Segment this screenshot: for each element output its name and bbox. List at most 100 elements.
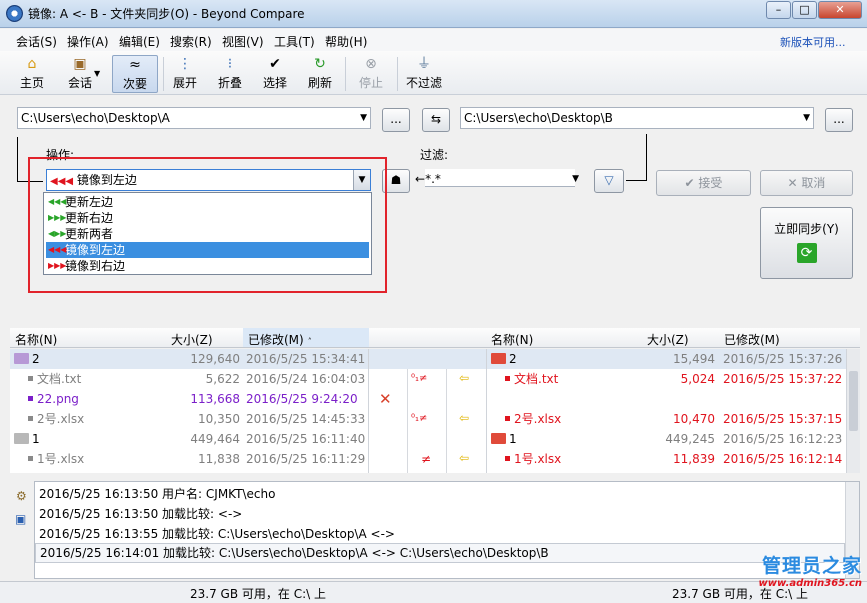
toolbar: ⌂ 主页 ▣ 会话 ▼ ≈ 次要 ⋮ 展开 ⁝ 折叠 ✔ 选择 ↻ 刷新 ⊗ 停…	[0, 51, 867, 95]
checkmark-icon: ✔	[684, 176, 699, 190]
swap-sides-button[interactable]: ⇆	[422, 108, 450, 132]
file-date: 2016/5/24 16:04:03	[246, 372, 366, 386]
cancel-button[interactable]: ✕ 取消	[760, 170, 853, 196]
file-date: 2016/5/25 16:11:29	[246, 452, 366, 466]
file-name: 1	[32, 432, 40, 446]
next-button[interactable]: ≈ 次要	[112, 55, 158, 93]
select-label: 选择	[262, 76, 287, 90]
person-icon: ☗	[390, 173, 402, 187]
right-size-column[interactable]: 大小(Z)	[647, 331, 689, 348]
right-pane-header: 名称(N) 大小(Z) 已修改(M)	[486, 328, 860, 348]
approx-icon: ≈	[129, 57, 141, 73]
table-row[interactable]	[487, 389, 846, 409]
connector-line	[626, 180, 647, 181]
close-button[interactable]: ✕	[818, 1, 862, 19]
refresh-icon: ↻	[314, 56, 326, 72]
connector-line	[17, 137, 18, 181]
expand-button[interactable]: ⋮ 展开	[169, 55, 201, 93]
table-row[interactable]: 2 129,640 2016/5/25 15:34:41	[10, 349, 368, 369]
menu-view[interactable]: 视图(V)	[222, 33, 264, 50]
accept-label: 接受	[698, 176, 723, 190]
file-name: 1号.xlsx	[514, 452, 562, 466]
collapse-button[interactable]: ⁝ 折叠	[214, 55, 246, 93]
left-path-combo[interactable]: C:\Users\echo\Desktop\A ▼	[17, 107, 371, 129]
save-icon[interactable]: ▣	[15, 512, 26, 526]
left-name-column[interactable]: 名称(N)	[15, 331, 57, 348]
arrow-left-icon[interactable]: ⇦	[459, 411, 469, 425]
left-browse-button[interactable]: ...	[382, 108, 410, 132]
table-row[interactable]: 1号.xlsx 11,838 2016/5/25 16:11:29	[10, 449, 368, 469]
new-version-link[interactable]: 新版本可用...	[780, 34, 846, 50]
table-row[interactable]: 22.png 113,668 2016/5/25 9:24:20	[10, 389, 368, 409]
table-row[interactable]: 1 449,245 2016/5/25 16:12:23	[487, 429, 846, 449]
stop-button[interactable]: ⊗ 停止	[355, 55, 387, 93]
menu-action[interactable]: 操作(A)	[67, 33, 109, 50]
chevron-down-icon: ▼	[572, 174, 579, 184]
collapse-label: 折叠	[217, 76, 242, 90]
home-button[interactable]: ⌂ 主页	[14, 55, 50, 93]
select-button[interactable]: ✔ 选择	[259, 55, 291, 93]
right-browse-button[interactable]: ...	[825, 108, 853, 132]
chevron-down-icon[interactable]: ▼	[94, 69, 100, 78]
left-file-pane: 2 129,640 2016/5/25 15:34:41 文档.txt 5,62…	[10, 349, 369, 473]
left-size-column[interactable]: 大小(Z)	[171, 331, 213, 348]
file-date: 2016/5/25 15:34:41	[246, 352, 366, 366]
table-row[interactable]: 1 449,464 2016/5/25 16:11:40	[10, 429, 368, 449]
table-row[interactable]: 2号.xlsx 10,350 2016/5/25 14:45:33	[10, 409, 368, 429]
right-path-value: C:\Users\echo\Desktop\B	[464, 111, 613, 125]
table-row[interactable]: 1号.xlsx 11,839 2016/5/25 16:12:14	[487, 449, 846, 469]
arrow-left-icon[interactable]: ⇦	[459, 451, 469, 465]
menu-session[interactable]: 会话(S)	[16, 33, 57, 50]
stop-icon: ⊗	[365, 56, 377, 72]
sync-now-button[interactable]: 立即同步(Y) ⟳	[760, 207, 853, 279]
watermark-title: 管理员之家	[761, 555, 862, 577]
toolbar-separator	[397, 57, 398, 91]
right-modified-column[interactable]: 已修改(M)	[724, 331, 780, 348]
file-name: 2号.xlsx	[514, 412, 562, 426]
menu-search[interactable]: 搜索(R)	[170, 33, 212, 50]
right-name-column[interactable]: 名称(N)	[491, 331, 533, 348]
file-icon	[28, 416, 33, 421]
right-path-combo[interactable]: C:\Users\echo\Desktop\B ▼	[460, 107, 814, 129]
filter-button[interactable]: ▽	[594, 169, 624, 193]
accept-button[interactable]: ✔ 接受	[656, 170, 751, 196]
menu-help[interactable]: 帮助(H)	[325, 33, 367, 50]
filter-combo[interactable]: ←*.* ▼	[412, 169, 582, 191]
table-row[interactable]: 2 15,494 2016/5/25 15:37:26	[487, 349, 846, 369]
file-name: 2号.xlsx	[37, 412, 85, 426]
table-row[interactable]: 文档.txt 5,024 2016/5/25 15:37:22	[487, 369, 846, 389]
table-row[interactable]: 文档.txt 5,622 2016/5/24 16:04:03	[10, 369, 368, 389]
session-button[interactable]: ▣ 会话 ▼	[56, 55, 104, 93]
nofilter-label: 不过滤	[405, 76, 442, 90]
app-logo-icon	[6, 5, 23, 22]
arrow-left-icon[interactable]: ⇦	[459, 371, 469, 385]
arrow-left-icon: ←	[415, 172, 426, 186]
file-icon	[505, 456, 510, 461]
scrollbar-thumb[interactable]	[849, 371, 858, 431]
delete-icon[interactable]: ✕	[379, 390, 392, 408]
home-icon: ⌂	[27, 56, 37, 72]
not-equal-icon: ≠	[421, 452, 432, 466]
cancel-label: 取消	[801, 176, 826, 190]
menu-tools[interactable]: 工具(T)	[274, 33, 315, 50]
file-size: 449,464	[190, 432, 240, 446]
table-row[interactable]: 2号.xlsx 10,470 2016/5/25 15:37:15	[487, 409, 846, 429]
file-size: 10,470	[673, 412, 715, 426]
left-modified-column[interactable]: 已修改(M) ˄	[243, 328, 369, 347]
sync-now-label: 立即同步(Y)	[774, 222, 839, 236]
maximize-button[interactable]: □	[792, 1, 817, 19]
vertical-scrollbar[interactable]	[846, 349, 860, 473]
gear-icon[interactable]: ⚙	[16, 489, 27, 503]
nofilter-button[interactable]: ⏚ 不过滤	[404, 55, 444, 93]
minimize-button[interactable]: –	[766, 1, 791, 19]
log-line: 2016/5/25 16:13:50 加载比较: <->	[39, 507, 243, 521]
expand-icon: ⋮	[178, 56, 192, 72]
middle-action-pane: ⁰₁≠ ⇦ ✕ ⁰₁≠ ⇦ ≠ ⇦	[369, 349, 486, 473]
menu-bar: 会话(S) 操作(A) 编辑(E) 搜索(R) 视图(V) 工具(T) 帮助(H…	[0, 29, 867, 51]
menu-edit[interactable]: 编辑(E)	[119, 33, 160, 50]
chevron-down-icon: ▼	[803, 113, 810, 123]
folder-open-icon	[491, 353, 506, 364]
file-icon	[505, 416, 510, 421]
refresh-button[interactable]: ↻ 刷新	[304, 55, 336, 93]
chevron-down-icon: ▼	[360, 113, 367, 123]
